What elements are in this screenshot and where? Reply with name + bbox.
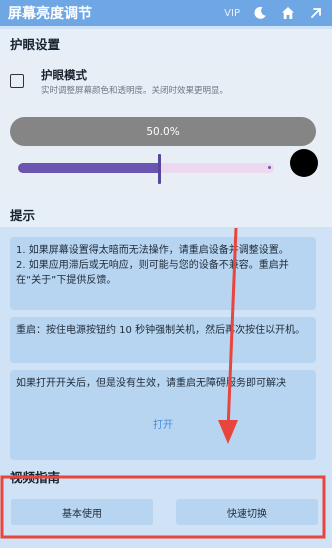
open-accessibility-link[interactable]: 打开 (10, 418, 316, 433)
basic-usage-button[interactable]: 基本使用 (11, 499, 153, 525)
app-header: 屏幕亮度调节 VIP (0, 0, 332, 26)
tip-line: 如果打开开关后，但是没有生效，请重启无障碍服务即可解决 (16, 378, 286, 389)
eye-mode-checkbox[interactable] (10, 74, 24, 88)
tip-line: 1. 如果屏幕设置得太暗而无法操作，请重启设备并调整设置。 (16, 245, 289, 256)
moon-icon[interactable] (252, 5, 268, 21)
header-actions: VIP (224, 5, 324, 21)
tips-panel: 1. 如果屏幕设置得太暗而无法操作，请重启设备并调整设置。 2. 如果应用滞后或… (0, 227, 332, 464)
slider-fill (18, 163, 159, 173)
quick-switch-button[interactable]: 快速切换 (176, 499, 318, 525)
opacity-pill[interactable]: 50.0% (10, 117, 316, 146)
video-guide-title: 视频指南 (10, 470, 61, 485)
tip-card-1: 1. 如果屏幕设置得太暗而无法操作，请重启设备并调整设置。 2. 如果应用滞后或… (10, 237, 316, 310)
tip-line: 重启：按住电源按钮约 10 秒钟强制关机，然后再次按住以开机。 (16, 325, 306, 336)
slider-thumb[interactable] (158, 154, 161, 184)
tip-line: 2. 如果应用滞后或无响应，则可能与您的设备不兼容。重启并在“关于”下提供反馈。 (16, 260, 289, 286)
vip-button[interactable]: VIP (224, 8, 240, 19)
home-icon[interactable] (280, 5, 296, 21)
eye-settings-header: 护眼设置 (0, 29, 332, 57)
eye-mode-description: 实时调整屏幕颜色和透明度。关闭时效果更明显。 (41, 86, 229, 96)
color-picker-button[interactable] (290, 149, 318, 177)
slider-end-dot (268, 166, 271, 169)
tip-card-3: 如果打开开关后，但是没有生效，请重启无障碍服务即可解决 打开 (10, 370, 316, 460)
opacity-slider[interactable] (18, 154, 276, 184)
eye-settings-panel: 护眼模式 实时调整屏幕颜色和透明度。关闭时效果更明显。 50.0% (0, 57, 332, 200)
app-title: 屏幕亮度调节 (8, 6, 92, 22)
tip-card-2: 重启：按住电源按钮约 10 秒钟强制关机，然后再次按住以开机。 (10, 317, 316, 363)
opacity-value: 50.0% (146, 125, 180, 138)
external-link-icon[interactable] (308, 5, 324, 21)
tips-header: 提示 (0, 200, 332, 228)
eye-mode-title: 护眼模式 (41, 68, 87, 82)
